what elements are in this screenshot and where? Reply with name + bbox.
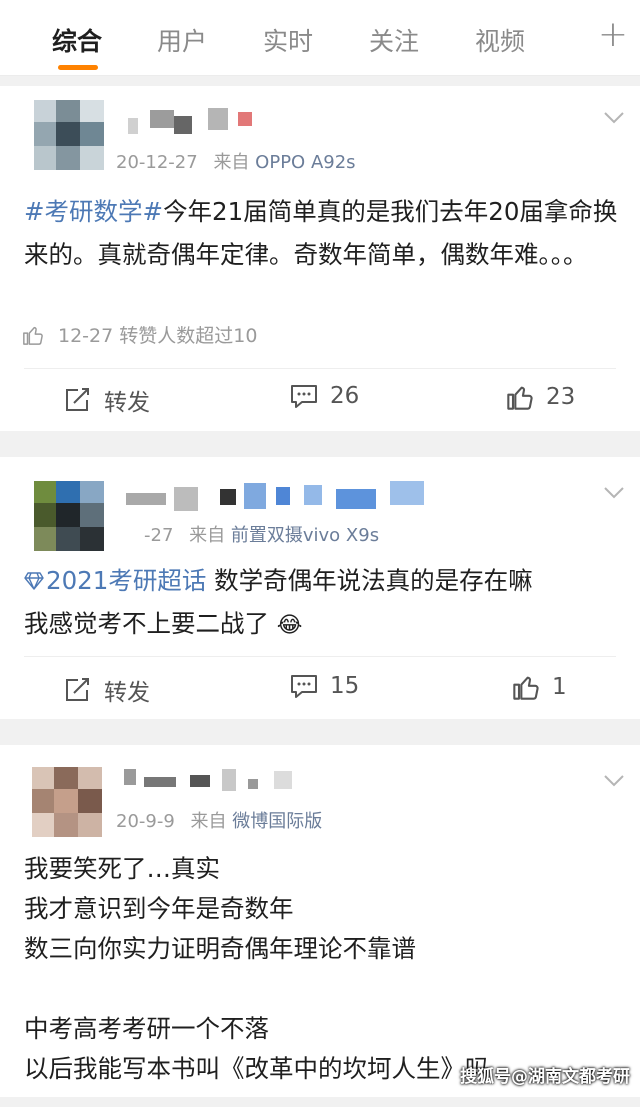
post-content: 我要笑死了…真实 我才意识到今年是奇数年 数三向你实力证明奇偶年理论不靠谱 中考… (24, 854, 490, 1083)
tab-comprehensive[interactable]: 综合 (52, 22, 102, 58)
source-prefix: 来自 (213, 152, 250, 173)
topic-label: 2021考研超话 (46, 566, 207, 595)
comment-count: 26 (330, 383, 360, 409)
post-content: 2021考研超话 数学奇偶年说法真的是存在嘛 我感觉考不上要二战了 😂 (24, 559, 620, 647)
active-tab-indicator (58, 65, 98, 70)
comment-icon (291, 385, 317, 408)
like-button[interactable]: 1 (512, 673, 567, 701)
top-tab-bar: 综合 用户 实时 关注 视频 + (0, 0, 640, 76)
repost-icon (66, 678, 89, 701)
comment-count: 15 (330, 673, 360, 699)
likes-summary: 12-27 转赞人数超过10 (22, 321, 257, 348)
thumb-up-icon (507, 386, 533, 410)
repost-button[interactable]: 转发 (64, 383, 150, 417)
post-source[interactable]: 微博国际版 (232, 811, 322, 832)
section-gap (0, 719, 640, 745)
post-time: 20-9-9 (116, 811, 175, 832)
section-gap (0, 431, 640, 457)
diamond-icon (24, 572, 44, 590)
avatar[interactable] (34, 481, 104, 551)
tab-following[interactable]: 关注 (369, 22, 419, 58)
watermark: 搜狐号@湖南文都考研 (460, 1067, 630, 1087)
topic-link[interactable]: #考研数学# (24, 197, 163, 226)
avatar[interactable] (32, 767, 102, 837)
post-meta: -27 来自 前置双摄vivo X9s (144, 521, 379, 547)
divider (24, 656, 616, 657)
post-content: #考研数学#今年21届简单真的是我们去年20届拿命换来的。真就奇偶年定律。奇数年… (24, 190, 620, 276)
post-meta: 20-12-27 来自 OPPO A92s (116, 148, 356, 174)
post-time: -27 (144, 525, 174, 546)
post-source[interactable]: 前置双摄vivo X9s (231, 525, 379, 546)
laughing-emoji: 😂 (276, 613, 303, 638)
add-tab-icon[interactable]: + (598, 14, 628, 55)
comment-icon (291, 675, 317, 698)
username-blurred[interactable] (128, 102, 268, 138)
bottom-gap (0, 1097, 640, 1107)
post-card[interactable]: 20-12-27 来自 OPPO A92s #考研数学#今年21届简单真的是我们… (0, 86, 640, 431)
tab-users[interactable]: 用户 (157, 22, 207, 58)
post-meta: 20-9-9 来自 微博国际版 (116, 807, 322, 833)
source-prefix: 来自 (189, 525, 226, 546)
thumb-up-icon (513, 676, 539, 700)
super-topic-link[interactable]: 2021考研超话 (24, 566, 206, 595)
repost-label: 转发 (104, 680, 150, 706)
username-blurred[interactable] (126, 479, 446, 515)
tab-video[interactable]: 视频 (475, 22, 525, 58)
avatar[interactable] (34, 100, 104, 170)
like-button[interactable]: 23 (506, 383, 575, 411)
tab-realtime[interactable]: 实时 (263, 22, 313, 58)
source-prefix: 来自 (190, 811, 227, 832)
like-count: 23 (546, 384, 576, 410)
repost-icon (66, 388, 89, 411)
chevron-down-icon[interactable] (604, 775, 624, 787)
post-source[interactable]: OPPO A92s (255, 152, 355, 173)
comment-button[interactable]: 26 (290, 383, 359, 409)
chevron-down-icon[interactable] (604, 112, 624, 124)
comment-button[interactable]: 15 (290, 673, 359, 699)
repost-label: 转发 (104, 390, 150, 416)
post-card[interactable]: -27 来自 前置双摄vivo X9s 2021考研超话 数学奇偶年说法真的是存… (0, 457, 640, 719)
divider (24, 368, 616, 369)
like-count: 1 (552, 674, 567, 700)
repost-button[interactable]: 转发 (64, 673, 150, 707)
post-time: 20-12-27 (116, 152, 198, 173)
thumb-up-icon (23, 326, 43, 345)
likes-info: 12-27 转赞人数超过10 (58, 325, 258, 347)
post-card[interactable]: 20-9-9 来自 微博国际版 我要笑死了…真实 我才意识到今年是奇数年 数三向… (0, 745, 640, 1097)
section-gap (0, 76, 640, 86)
username-blurred[interactable] (124, 763, 304, 799)
chevron-down-icon[interactable] (604, 487, 624, 499)
